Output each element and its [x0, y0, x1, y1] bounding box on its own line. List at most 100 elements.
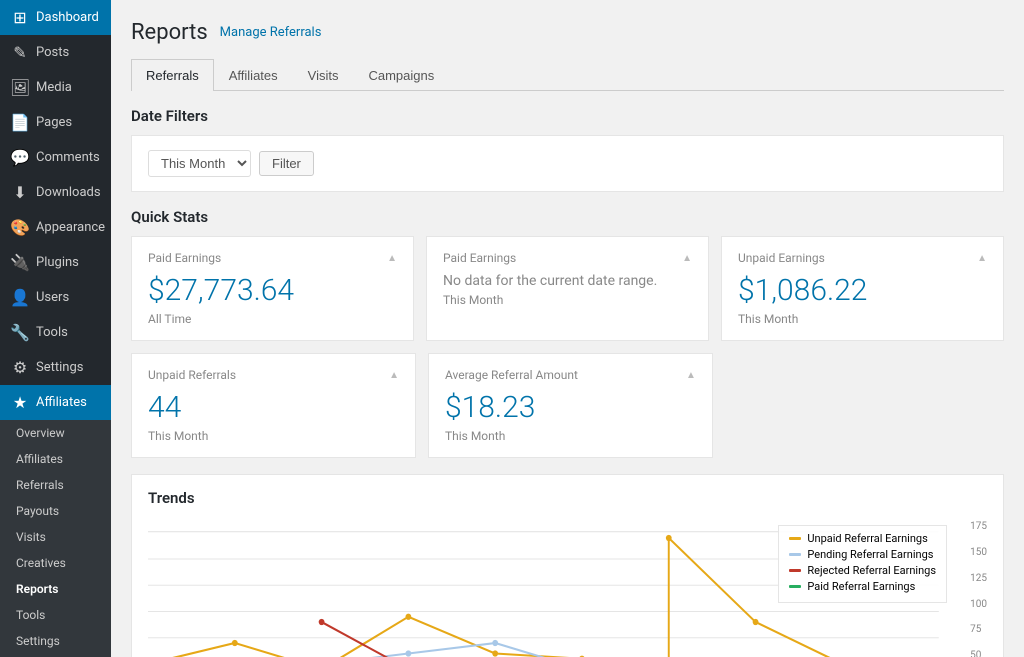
y-label: 175: [970, 521, 987, 532]
legend-item-pending: Pending Referral Earnings: [789, 548, 936, 561]
filter-button[interactable]: Filter: [259, 151, 314, 176]
sidebar-item-settings-sub[interactable]: Settings: [0, 628, 111, 654]
sort-arrow-icon: ▲: [682, 253, 692, 264]
y-label: 100: [970, 599, 987, 610]
legend-color-paid: [789, 585, 801, 588]
sidebar-label: Dashboard: [36, 10, 99, 25]
y-label: 125: [970, 573, 987, 584]
sidebar-item-settings[interactable]: ⚙ Settings: [0, 350, 111, 385]
legend-item-unpaid: Unpaid Referral Earnings: [789, 532, 936, 545]
stats-bottom-row: Unpaid Referrals ▲ 44 This Month Average…: [131, 353, 713, 458]
stat-card-unpaid-earnings: Unpaid Earnings ▲ $1,086.22 This Month: [721, 236, 1004, 341]
sidebar-item-tools[interactable]: 🔧 Tools: [0, 315, 111, 350]
stat-card-unpaid-referrals: Unpaid Referrals ▲ 44 This Month: [131, 353, 416, 458]
sort-arrow-icon: ▲: [387, 253, 397, 264]
sidebar-item-pages[interactable]: 📄 Pages: [0, 105, 111, 140]
stat-label: Unpaid Referrals: [148, 368, 236, 382]
stat-card-header: Paid Earnings ▲: [443, 251, 692, 265]
sidebar-item-downloads[interactable]: ⬇ Downloads: [0, 175, 111, 210]
page-title: Reports: [131, 20, 208, 45]
stat-label: Paid Earnings: [443, 251, 516, 265]
legend-label-rejected: Rejected Referral Earnings: [807, 564, 936, 577]
tools-icon: 🔧: [10, 323, 30, 342]
tab-affiliates[interactable]: Affiliates: [214, 59, 293, 91]
appearance-icon: 🎨: [10, 218, 30, 237]
sort-arrow-icon: ▲: [686, 370, 696, 381]
sidebar-item-affiliates[interactable]: ★ Affiliates: [0, 385, 111, 420]
sidebar-item-reports[interactable]: Reports: [0, 576, 111, 602]
stat-sub: This Month: [443, 293, 692, 307]
main-content: Reports Manage Referrals Referrals Affil…: [111, 0, 1024, 657]
stat-sub: This Month: [445, 429, 696, 443]
date-range-select[interactable]: This Month Last Month This Year All Time…: [148, 150, 251, 177]
tab-bar: Referrals Affiliates Visits Campaigns: [131, 59, 1004, 91]
trends-title: Trends: [148, 489, 987, 507]
date-filters-box: This Month Last Month This Year All Time…: [131, 135, 1004, 192]
sidebar-item-users[interactable]: 👤 Users: [0, 280, 111, 315]
affiliates-icon: ★: [10, 393, 30, 412]
tab-referrals[interactable]: Referrals: [131, 59, 214, 91]
posts-icon: ✎: [10, 43, 30, 62]
pages-icon: 📄: [10, 113, 30, 132]
tab-visits[interactable]: Visits: [293, 59, 354, 91]
stat-card-header: Unpaid Referrals ▲: [148, 368, 399, 382]
stat-card-header: Average Referral Amount ▲: [445, 368, 696, 382]
chart-wrapper: Unpaid Referral Earnings Pending Referra…: [148, 517, 987, 657]
sidebar-item-visits[interactable]: Visits: [0, 524, 111, 550]
legend-label-unpaid: Unpaid Referral Earnings: [807, 532, 927, 545]
y-label: 75: [970, 624, 987, 635]
affiliates-submenu: Overview Affiliates Referrals Payouts Vi…: [0, 420, 111, 657]
quick-stats-section: Quick Stats Paid Earnings ▲ $27,773.64 A…: [131, 208, 1004, 458]
stat-value: $18.23: [445, 390, 696, 425]
stat-value: 44: [148, 390, 399, 425]
stat-label: Unpaid Earnings: [738, 251, 825, 265]
chart-container: Unpaid Referral Earnings Pending Referra…: [148, 517, 987, 657]
sidebar: ⊞ Dashboard ✎ Posts 🖼 Media 📄 Pages 💬 Co…: [0, 0, 111, 657]
media-icon: 🖼: [10, 78, 30, 97]
sidebar-item-dashboard[interactable]: ⊞ Dashboard: [0, 0, 111, 35]
sidebar-affiliates-section: ★ Affiliates Overview Affiliates Referra…: [0, 385, 111, 657]
stat-card-paid-alltime: Paid Earnings ▲ $27,773.64 All Time: [131, 236, 414, 341]
settings-icon: ⚙: [10, 358, 30, 377]
stat-sub: All Time: [148, 312, 397, 326]
manage-referrals-link[interactable]: Manage Referrals: [220, 25, 322, 40]
sidebar-item-plugins[interactable]: 🔌 Plugins: [0, 245, 111, 280]
stat-sub: This Month: [148, 429, 399, 443]
downloads-icon: ⬇: [10, 183, 30, 202]
y-label: 50: [970, 650, 987, 657]
sidebar-item-referrals[interactable]: Referrals: [0, 472, 111, 498]
sidebar-item-payouts[interactable]: Payouts: [0, 498, 111, 524]
comments-icon: 💬: [10, 148, 30, 167]
legend-item-paid: Paid Referral Earnings: [789, 580, 936, 593]
legend-color-pending: [789, 553, 801, 556]
sidebar-item-affiliates-sub[interactable]: Affiliates: [0, 446, 111, 472]
stat-nodata-text: No data for the current date range.: [443, 273, 692, 289]
sidebar-item-media[interactable]: 🖼 Media: [0, 70, 111, 105]
stat-card-header: Paid Earnings ▲: [148, 251, 397, 265]
stat-card-paid-thismonth: Paid Earnings ▲ No data for the current …: [426, 236, 709, 341]
trends-section: Trends Unpaid Referral Earnings Pending …: [131, 474, 1004, 657]
sidebar-item-posts[interactable]: ✎ Posts: [0, 35, 111, 70]
y-axis: 175 150 125 100 75 50 25 0: [970, 517, 987, 657]
legend-label-pending: Pending Referral Earnings: [807, 548, 933, 561]
plugins-icon: 🔌: [10, 253, 30, 272]
sort-arrow-icon: ▲: [977, 253, 987, 264]
sidebar-item-comments[interactable]: 💬 Comments: [0, 140, 111, 175]
page-header: Reports Manage Referrals: [131, 20, 1004, 45]
sidebar-item-creatives[interactable]: Creatives: [0, 550, 111, 576]
y-label: 150: [970, 547, 987, 558]
quick-stats-title: Quick Stats: [131, 208, 1004, 226]
sidebar-item-tools-sub[interactable]: Tools: [0, 602, 111, 628]
date-filters-title: Date Filters: [131, 107, 1004, 125]
chart-legend: Unpaid Referral Earnings Pending Referra…: [778, 525, 947, 603]
dashboard-icon: ⊞: [10, 8, 30, 27]
legend-item-rejected: Rejected Referral Earnings: [789, 564, 936, 577]
sidebar-item-appearance[interactable]: 🎨 Appearance: [0, 210, 111, 245]
sidebar-item-overview[interactable]: Overview: [0, 420, 111, 446]
sort-arrow-icon: ▲: [389, 370, 399, 381]
stat-value: $1,086.22: [738, 273, 987, 308]
tab-campaigns[interactable]: Campaigns: [353, 59, 449, 91]
stat-label: Average Referral Amount: [445, 368, 578, 382]
stat-label: Paid Earnings: [148, 251, 221, 265]
legend-label-paid: Paid Referral Earnings: [807, 580, 915, 593]
